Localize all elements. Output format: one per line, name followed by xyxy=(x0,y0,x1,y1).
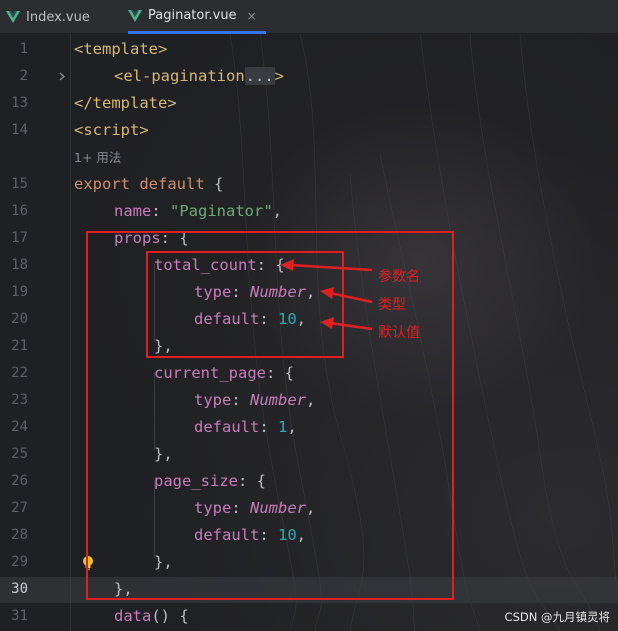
editor-tab-bar: Index.vue Paginator.vue × xyxy=(0,0,618,34)
tab-label: Paginator.vue xyxy=(148,8,237,23)
code-editor[interactable]: 1 <template> 2 <el-pagination...> 13 </t… xyxy=(0,34,618,631)
tab-index-vue[interactable]: Index.vue xyxy=(6,0,116,34)
tab-label: Index.vue xyxy=(26,9,90,25)
annotation-param-name: 参数名 xyxy=(378,269,420,285)
close-icon[interactable]: × xyxy=(247,9,257,23)
annotation-type: 类型 xyxy=(378,297,406,313)
arrow-icon xyxy=(280,259,373,272)
annotation-overlay xyxy=(86,231,454,600)
arrow-icon xyxy=(320,317,373,331)
tab-paginator-vue[interactable]: Paginator.vue × xyxy=(128,0,266,34)
arrow-icon xyxy=(320,287,373,304)
watermark: CSDN @九月镇灵将 xyxy=(504,610,610,624)
annotation-default-value: 默认值 xyxy=(378,325,420,341)
vue-icon xyxy=(6,11,20,23)
vue-icon xyxy=(128,9,142,22)
props-highlight-box xyxy=(86,231,454,600)
total-count-highlight-box xyxy=(146,251,344,358)
